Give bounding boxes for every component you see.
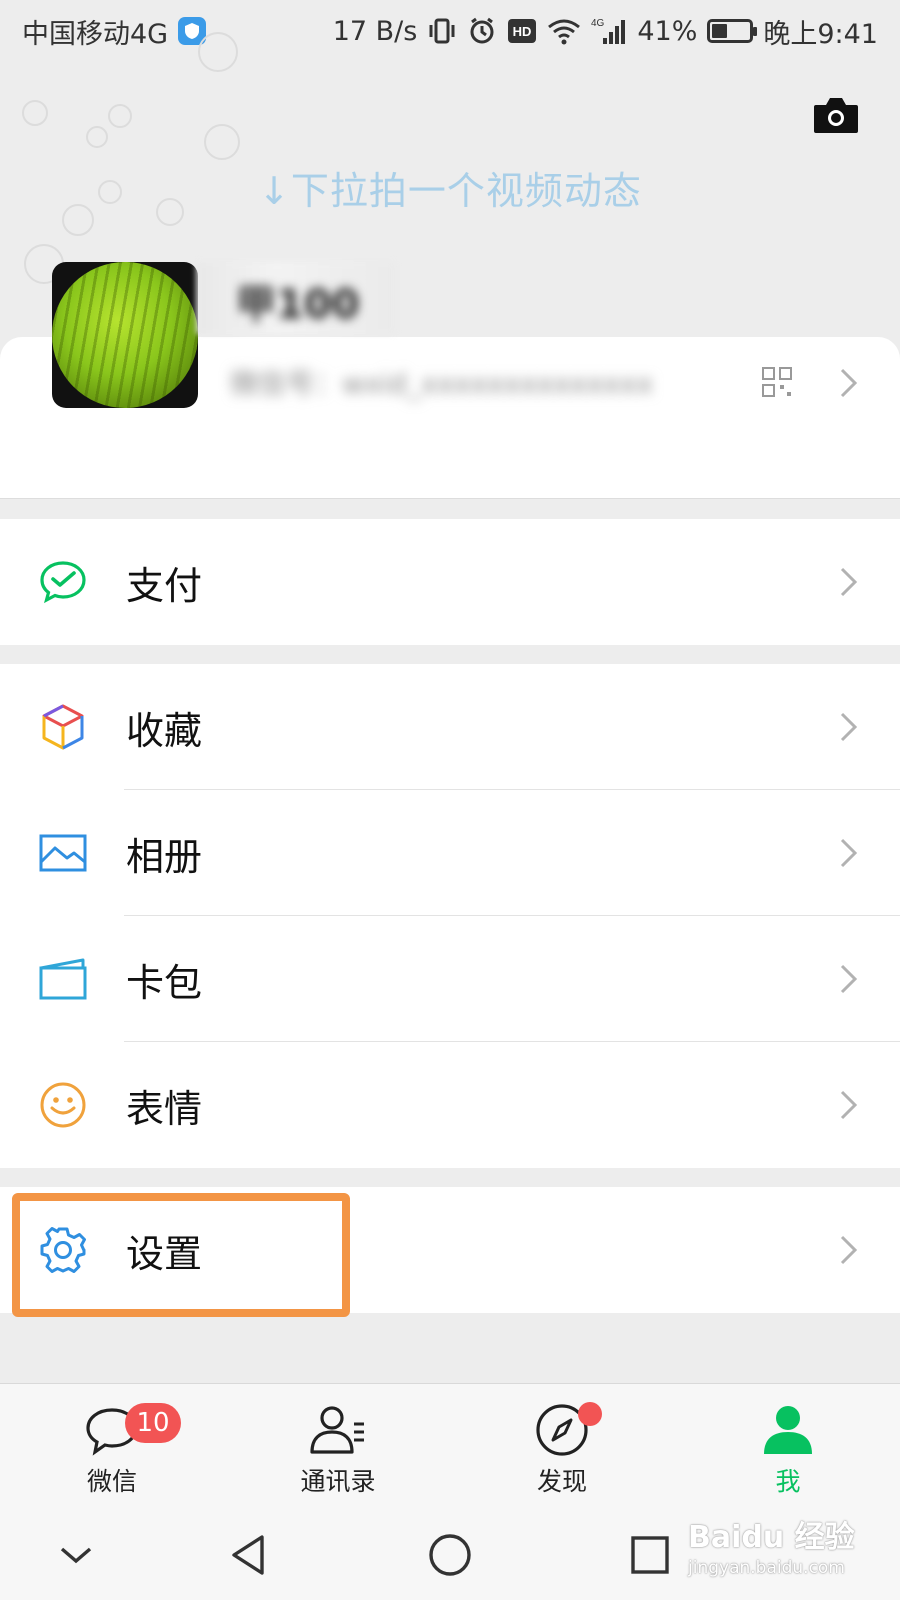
- menu-item-pay[interactable]: 支付: [0, 519, 900, 645]
- menu-item-album[interactable]: 相册: [0, 790, 900, 916]
- settings-highlight-box: [12, 1193, 350, 1317]
- tab-label: 我: [775, 1467, 801, 1496]
- signal-4g-icon: 4G: [591, 18, 626, 44]
- pull-down-hint: ↓下拉拍一个视频动态: [258, 169, 642, 213]
- carrier-label: 中国移动4G: [22, 18, 169, 50]
- status-right: 17 B/s HD 4G 41% 晚上9:41: [333, 12, 878, 51]
- menu-label: 卡包: [126, 960, 203, 1005]
- tab-label: 通讯录: [300, 1467, 376, 1496]
- menu-item-cards[interactable]: 卡包: [0, 916, 900, 1042]
- menu-label: 相册: [126, 834, 203, 879]
- card-wallet-icon: [39, 958, 87, 1000]
- chevron-right-icon: [838, 1088, 860, 1122]
- network-speed: 17 B/s: [332, 15, 418, 47]
- bubble-decoration: [204, 124, 240, 160]
- tab-discover[interactable]: 发现: [492, 1384, 632, 1504]
- wechat-id: 微信号：wxid_xxxxxxxxxxxxxx: [230, 367, 654, 400]
- chevron-right-icon: [838, 836, 860, 870]
- watermark-url: jingyan.baidu.com: [688, 1558, 845, 1578]
- menu-label: 表情: [126, 1086, 203, 1131]
- bubble-decoration: [198, 32, 238, 72]
- wechat-pay-icon: [40, 561, 86, 604]
- notification-dot: [578, 1402, 602, 1426]
- chevron-right-icon: [838, 565, 860, 599]
- person-icon: [764, 1406, 812, 1454]
- watermark-brand: Baidu 经验: [688, 1520, 855, 1555]
- home-circle-icon[interactable]: [426, 1531, 474, 1579]
- chevron-down-icon[interactable]: [52, 1531, 100, 1579]
- wifi-icon: [548, 19, 581, 45]
- status-bar: 中国移动4G 17 B/s HD 4G 41% 晚上9:41: [0, 0, 900, 62]
- chevron-right-icon: [838, 1233, 860, 1267]
- tab-me[interactable]: 我: [718, 1384, 858, 1504]
- tab-contacts[interactable]: 通讯录: [268, 1384, 408, 1504]
- chevron-right-icon: [838, 710, 860, 744]
- bubble-decoration: [108, 104, 132, 128]
- baidu-watermark: Baidu 经验 jingyan.baidu.com: [688, 1512, 888, 1582]
- battery-level: [712, 24, 728, 38]
- bubble-decoration: [22, 100, 48, 126]
- svg-text:HD: HD: [513, 24, 532, 39]
- status-left: 中国移动4G: [22, 12, 207, 51]
- avatar-image: [52, 262, 198, 408]
- svg-text:4G: 4G: [591, 18, 605, 29]
- menu-label: 支付: [126, 563, 203, 608]
- menu-group-main: 收藏 相册 卡包 表情: [0, 664, 900, 1168]
- menu-label: 收藏: [126, 708, 203, 753]
- tab-label: 微信: [86, 1467, 137, 1496]
- bubble-decoration: [86, 126, 108, 148]
- smiley-icon: [40, 1082, 86, 1128]
- contacts-icon: [310, 1406, 364, 1454]
- battery-icon: [707, 19, 758, 43]
- nickname: 甲100: [236, 282, 360, 328]
- unread-badge: 10: [125, 1403, 181, 1443]
- hd-icon: HD: [508, 19, 537, 43]
- qr-code-icon[interactable]: [762, 367, 792, 397]
- image-icon: [39, 834, 87, 872]
- bottom-tab-bar: 微信 通讯录 发现 我: [0, 1383, 900, 1503]
- camera-button[interactable]: [812, 95, 860, 135]
- tab-label: 发现: [536, 1467, 587, 1496]
- alarm-icon: [470, 17, 494, 44]
- chevron-right-icon: [838, 366, 860, 400]
- clock: 晚上9:41: [763, 18, 878, 50]
- menu-item-favorites[interactable]: 收藏: [0, 664, 900, 790]
- vibrate-icon: [429, 18, 455, 44]
- camera-icon: [814, 98, 858, 133]
- tab-chats[interactable]: 微信: [42, 1384, 182, 1504]
- chevron-right-icon: [838, 962, 860, 996]
- battery-percent: 41%: [637, 15, 698, 47]
- recents-square-icon[interactable]: [626, 1531, 674, 1579]
- menu-group-pay: 支付: [0, 519, 900, 645]
- menu-item-stickers[interactable]: 表情: [0, 1042, 900, 1168]
- avatar[interactable]: [52, 262, 198, 408]
- cube-icon: [42, 704, 84, 750]
- back-triangle-icon[interactable]: [226, 1531, 274, 1579]
